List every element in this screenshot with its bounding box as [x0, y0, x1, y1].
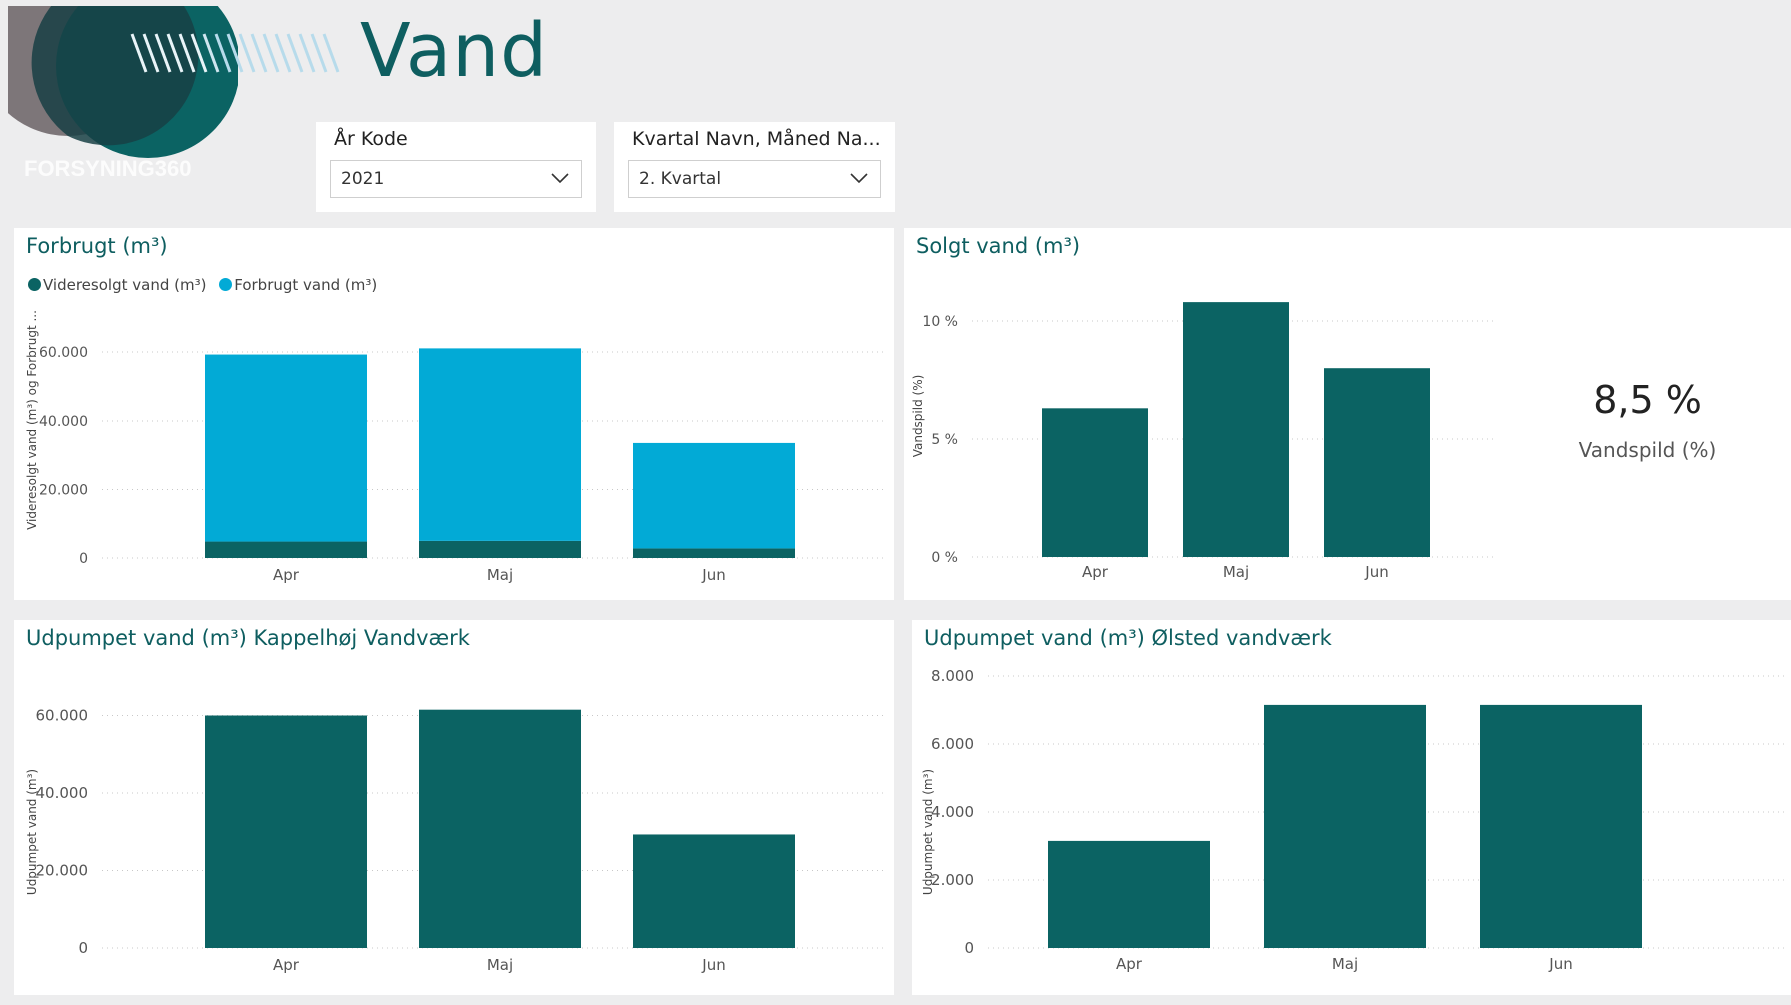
chart-panel-olsted: Udpumpet vand (m³) Ølsted vandværk 0 2.00…	[912, 620, 1791, 995]
bar-apr-series-0	[205, 541, 367, 558]
kappelhoj-bar-chart: 0 20.000 40.000 60.000 Udpumpet vand (m³) Apr…	[25, 707, 884, 974]
bar-maj	[419, 709, 581, 948]
chart-panel-kappelhoj: Udpumpet vand (m³) Kappelhøj Vandværk 02…	[14, 620, 894, 995]
x-tick-label: Maj	[1332, 955, 1358, 973]
bar-apr	[205, 715, 367, 948]
kpi-label-vandspild: Vandspild (%)	[1578, 438, 1717, 462]
y-tick-label: 40.000	[36, 784, 89, 802]
x-tick-label: Jun	[1364, 563, 1388, 581]
olsted-bar-chart: 0 2.000 4.000 6.000 8.000 Udpumpet vand (m³) A…	[921, 667, 1788, 973]
y-axis-title: Videresolgt vand (m³) og Forbrugt ...	[25, 310, 39, 530]
y-tick-label: 4.000	[931, 803, 974, 821]
chevron-down-icon	[850, 173, 868, 184]
x-tick-label: Jun	[701, 956, 725, 974]
y-tick-label: 0	[79, 551, 88, 567]
y-tick-label: 5 %	[931, 432, 958, 448]
year-dropdown[interactable]: 2021	[330, 160, 582, 198]
slicer-year-label: År Kode	[334, 128, 408, 150]
x-tick-label: Jun	[1548, 955, 1572, 973]
bar-jun-series-0	[633, 548, 795, 558]
x-tick-label: Maj	[1223, 563, 1249, 581]
y-tick-label: 20.000	[36, 862, 89, 880]
bar-jun	[633, 834, 795, 948]
bar-apr	[1048, 840, 1210, 948]
page-title: Vand	[360, 8, 549, 94]
y-tick-label: 60.000	[36, 707, 89, 725]
x-tick-label: Maj	[487, 956, 513, 974]
y-tick-label: 40.000	[39, 414, 88, 430]
slicer-period-label: Kvartal Navn, Måned Na...	[632, 128, 881, 150]
kpi-value-vandspild: 8,5 %	[1593, 378, 1702, 422]
y-tick-label: 2.000	[931, 871, 974, 889]
y-tick-label: 0	[78, 939, 88, 957]
y-axis-title: Udpumpet vand (m³)	[25, 769, 39, 895]
dashboard-page: FORSYNING360 Vand År Kode 2021 Kvartal N…	[0, 0, 1791, 1005]
slicer-period: Kvartal Navn, Måned Na... 2. Kvartal	[614, 122, 895, 212]
bar-maj	[1183, 302, 1289, 557]
slicer-year: År Kode 2021	[316, 122, 596, 212]
y-tick-label: 8.000	[931, 667, 974, 685]
bar-maj-series-1	[419, 348, 581, 541]
decorative-stripes	[130, 33, 340, 73]
bar-maj-series-0	[419, 540, 581, 558]
y-tick-label: 60.000	[39, 345, 88, 361]
x-tick-label: Maj	[487, 566, 513, 584]
y-axis-title: Vandspild (%)	[911, 375, 925, 458]
svg-text:FORSYNING360: FORSYNING360	[24, 156, 192, 181]
forbrugt-bar-chart: 0 20.000 40.000 60.000Videresolgt vand (m³)…	[25, 310, 884, 584]
period-dropdown[interactable]: 2. Kvartal	[628, 160, 881, 198]
chevron-down-icon	[551, 173, 569, 184]
x-tick-label: Jun	[701, 566, 725, 584]
period-dropdown-value: 2. Kvartal	[639, 169, 722, 189]
y-tick-label: 20.000	[39, 483, 88, 499]
x-tick-label: Apr	[1082, 563, 1109, 581]
chart-panel-forbrugt: Forbrugt (m³) Videresolgt vand (m³) Forb…	[14, 228, 894, 600]
y-tick-label: 10 %	[922, 314, 958, 330]
y-tick-label: 0 %	[931, 550, 958, 566]
y-axis-title: Udpumpet vand (m³)	[921, 769, 935, 895]
bar-apr	[1042, 408, 1148, 557]
y-tick-label: 6.000	[931, 735, 974, 753]
bar-jun	[1480, 704, 1642, 948]
y-tick-label: 0	[964, 939, 974, 957]
x-tick-label: Apr	[1116, 955, 1143, 973]
bar-jun	[1324, 368, 1430, 557]
bar-maj	[1264, 704, 1426, 948]
x-tick-label: Apr	[273, 566, 300, 584]
x-tick-label: Apr	[273, 956, 300, 974]
bar-jun-series-1	[633, 442, 795, 549]
bar-apr-series-1	[205, 354, 367, 542]
year-dropdown-value: 2021	[341, 169, 385, 189]
